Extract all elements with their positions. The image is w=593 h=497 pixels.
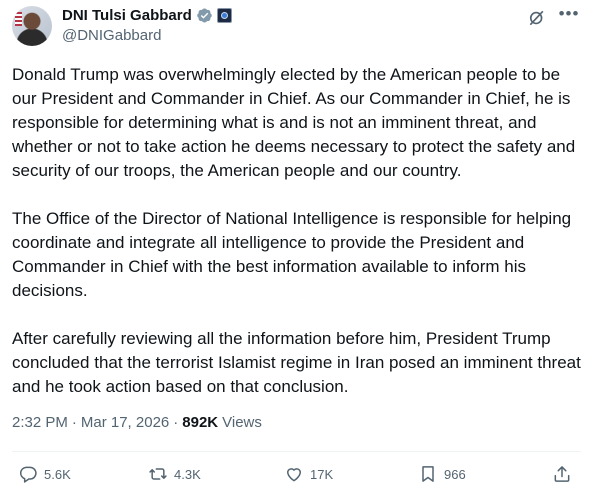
share-button[interactable] <box>552 464 572 484</box>
action-bar: 5.6K 4.3K 17K 966 <box>12 464 581 490</box>
tweet-paragraph: After carefully reviewing all the inform… <box>12 329 581 396</box>
bookmark-count: 966 <box>444 466 466 482</box>
odni-seal-icon[interactable] <box>216 8 232 23</box>
tweet-date[interactable]: Mar 17, 2026 <box>81 414 169 431</box>
reply-icon <box>19 466 37 483</box>
verified-badge-icon[interactable] <box>196 7 213 24</box>
repost-count: 4.3K <box>174 466 201 482</box>
share-icon <box>554 466 570 482</box>
tweet-header: DNI Tulsi Gabbard @DNIGabbard ••• <box>12 5 581 50</box>
grok-icon[interactable] <box>527 8 547 28</box>
meta-separator: · <box>71 414 77 431</box>
like-count: 17K <box>310 466 334 482</box>
avatar[interactable] <box>12 6 52 46</box>
reply-button[interactable]: 5.6K <box>18 464 71 484</box>
author-handle[interactable]: @DNIGabbard <box>62 27 161 44</box>
divider <box>12 451 581 452</box>
views-count: 892K <box>182 414 219 431</box>
repost-button[interactable]: 4.3K <box>148 464 201 484</box>
author-display-name[interactable]: DNI Tulsi Gabbard <box>62 7 192 24</box>
author-name-row: DNI Tulsi Gabbard <box>62 7 232 24</box>
tweet-paragraph: The Office of the Director of National I… <box>12 209 572 300</box>
like-button[interactable]: 17K <box>284 464 333 484</box>
tweet-text: Donald Trump was overwhelmingly elected … <box>12 63 584 423</box>
tweet-paragraph: Donald Trump was overwhelmingly elected … <box>12 65 576 180</box>
tweet-time[interactable]: 2:32 PM <box>12 414 68 431</box>
reply-count: 5.6K <box>44 466 71 482</box>
repost-icon <box>149 468 167 480</box>
bookmark-icon <box>422 466 434 482</box>
bookmark-button[interactable]: 966 <box>418 464 466 484</box>
views-label: Views <box>222 414 262 431</box>
tweet-meta: 2:32 PM · Mar 17, 2026 · 892K Views <box>12 414 262 431</box>
heart-icon <box>287 468 301 482</box>
meta-separator: · <box>173 414 179 431</box>
more-icon[interactable]: ••• <box>557 5 581 28</box>
